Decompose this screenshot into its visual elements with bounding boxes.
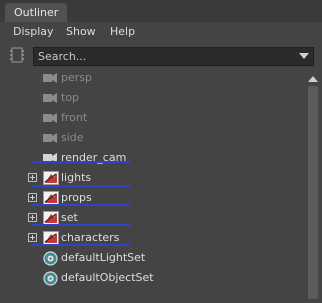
- search-field[interactable]: [33, 47, 314, 66]
- annotation-underline: [31, 204, 131, 206]
- outliner-item-label: side: [61, 131, 84, 144]
- outliner-item-default-object-set[interactable]: defaultObjectSet: [3, 268, 303, 288]
- outliner-item-label: persp: [61, 71, 92, 84]
- outliner-item-top[interactable]: top: [3, 88, 303, 108]
- camera-icon: [43, 133, 57, 143]
- menu-bar: Display Show Help: [0, 22, 322, 42]
- camera-icon: [43, 73, 57, 83]
- group-icon: [43, 231, 59, 245]
- annotation-underline: [31, 185, 131, 187]
- group-icon: [43, 191, 59, 205]
- scroll-up-arrow-icon[interactable]: [308, 76, 318, 82]
- search-input[interactable]: [34, 48, 296, 65]
- annotation-underline: [31, 161, 131, 163]
- camera-icon: [43, 93, 57, 103]
- outliner-item-label: top: [61, 91, 80, 104]
- group-icon: [43, 211, 59, 225]
- tab-outliner[interactable]: Outliner: [5, 3, 68, 22]
- expand-toggle-icon[interactable]: [28, 193, 37, 202]
- outliner-item-label: characters: [61, 231, 120, 244]
- vertical-scrollbar[interactable]: [303, 68, 322, 303]
- outliner-item-label: defaultLightSet: [61, 251, 146, 264]
- panel-tab-bar: Outliner: [0, 0, 322, 22]
- expand-toggle-icon[interactable]: [28, 233, 37, 242]
- outliner-tree: persp top front side render_cam lights p…: [3, 68, 303, 303]
- outliner-item-label: lights: [61, 171, 92, 184]
- outliner-item-render-cam[interactable]: render_cam: [3, 148, 303, 168]
- outliner-item-front[interactable]: front: [3, 108, 303, 128]
- group-icon: [43, 171, 59, 185]
- camera-icon: [43, 113, 57, 123]
- expand-toggle-icon[interactable]: [28, 213, 37, 222]
- menu-help[interactable]: Help: [110, 25, 135, 39]
- outliner-item-default-light-set[interactable]: defaultLightSet: [3, 248, 303, 268]
- outliner-item-side[interactable]: side: [3, 128, 303, 148]
- object-set-icon: [43, 271, 58, 286]
- panel-grip-icon[interactable]: [10, 47, 24, 63]
- outliner-item-label: front: [61, 111, 88, 124]
- scroll-track[interactable]: [308, 86, 318, 299]
- outliner-item-persp[interactable]: persp: [3, 68, 303, 88]
- outliner-item-label: props: [61, 191, 92, 204]
- object-set-icon: [43, 251, 58, 266]
- outliner-item-label: set: [61, 211, 78, 224]
- menu-display[interactable]: Display: [13, 25, 54, 39]
- annotation-underline: [31, 224, 131, 226]
- search-row: [0, 43, 322, 67]
- annotation-underline: [31, 244, 131, 246]
- search-dropdown-icon[interactable]: [299, 53, 309, 59]
- expand-toggle-icon[interactable]: [28, 173, 37, 182]
- menu-show[interactable]: Show: [66, 25, 96, 39]
- outliner-item-label: defaultObjectSet: [61, 271, 154, 284]
